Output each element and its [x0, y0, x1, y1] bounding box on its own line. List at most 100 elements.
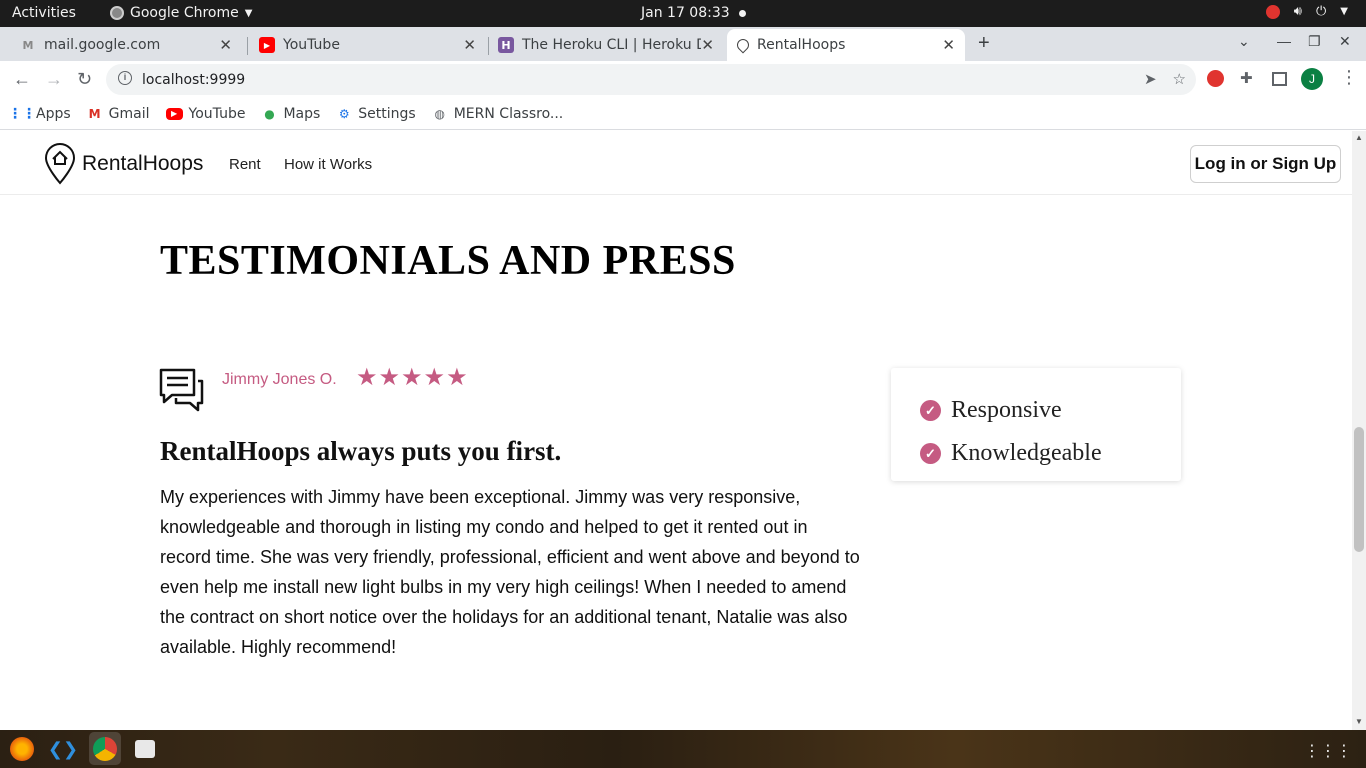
app-menu[interactable]: Google Chrome ▼	[110, 5, 252, 21]
kebab-menu-icon[interactable]: ⋮	[1340, 67, 1358, 88]
chrome-icon	[110, 6, 124, 20]
bookmark-label: Gmail	[108, 105, 150, 122]
minimize-icon[interactable]: —	[1277, 33, 1291, 49]
scroll-up-icon[interactable]: ▲	[1355, 133, 1363, 142]
page-scrollbar[interactable]: ▲ ▼	[1352, 131, 1366, 730]
close-icon[interactable]: ✕	[463, 36, 476, 54]
accessibility-icon[interactable]	[1265, 4, 1280, 19]
gmail-icon: M	[88, 106, 101, 121]
bookmark-settings[interactable]: ⚙ Settings	[336, 105, 416, 122]
address-bar[interactable]: i localhost:9999 ➤ ☆	[106, 64, 1196, 95]
bookmark-apps[interactable]: ⋮⋮ Apps	[8, 105, 71, 122]
tab-heroku[interactable]: H The Heroku CLI | Heroku D ✕	[488, 29, 724, 61]
close-icon[interactable]: ✕	[942, 36, 955, 54]
quality-label: Responsive	[951, 397, 1062, 423]
section-title: TESTIMONIALS AND PRESS	[160, 238, 736, 284]
system-tray[interactable]: 🔊︎ ⏻ ▼	[1265, 4, 1348, 19]
tab-separator	[247, 37, 248, 55]
heroku-icon: H	[498, 37, 514, 53]
brand-name: RentalHoops	[82, 152, 204, 175]
send-icon[interactable]: ➤	[1144, 70, 1157, 88]
rentalhoops-icon	[734, 36, 752, 54]
scrollbar-thumb[interactable]	[1354, 427, 1364, 552]
youtube-icon: ▶	[165, 107, 183, 120]
bookmark-star-icon[interactable]: ☆	[1173, 70, 1186, 88]
vscode-icon[interactable]: ❮❯	[48, 737, 78, 761]
notification-dot-icon	[739, 10, 746, 17]
puzzle-icon[interactable]: ✚	[1240, 69, 1253, 87]
check-circle-icon: ✓	[920, 443, 941, 464]
star-icon: ★	[378, 364, 401, 391]
chevron-down-icon: ▼	[244, 7, 253, 19]
star-icon: ★	[423, 364, 446, 391]
activities-button[interactable]: Activities	[12, 5, 76, 21]
forward-icon[interactable]: →	[45, 69, 63, 90]
bookmark-youtube[interactable]: ▶ YouTube	[165, 105, 246, 122]
app-menu-label: Google Chrome	[130, 5, 239, 21]
star-rating: ★ ★ ★ ★ ★	[356, 363, 468, 393]
scroll-down-icon[interactable]: ▼	[1355, 717, 1363, 726]
chrome-icon[interactable]	[93, 737, 117, 761]
brand-logo[interactable]: RentalHoops	[44, 143, 203, 185]
testimonial-headline: RentalHoops always puts you first.	[160, 436, 562, 466]
reload-icon[interactable]: ↻	[77, 69, 92, 90]
qualities-card: ✓ Responsive ✓ Knowledgeable	[891, 368, 1181, 481]
quality-item: ✓ Knowledgeable	[920, 440, 1102, 467]
bookmark-mern[interactable]: ◍ MERN Classro...	[432, 105, 564, 122]
tab-label: RentalHoops	[757, 37, 846, 53]
star-icon: ★	[446, 364, 468, 391]
bookmark-label: MERN Classro...	[453, 105, 564, 122]
files-icon[interactable]	[135, 740, 155, 758]
nav-link-rent[interactable]: Rent	[229, 156, 261, 173]
close-window-icon[interactable]: ✕	[1339, 33, 1351, 50]
quality-item: ✓ Responsive	[920, 397, 1062, 424]
bookmarks-bar: ⋮⋮ Apps M Gmail ▶ YouTube ● Maps ⚙ Setti…	[0, 98, 1366, 130]
gear-icon: ⚙	[338, 106, 350, 121]
extension-icon[interactable]	[1207, 70, 1224, 87]
dock: ❮❯ ⋮⋮⋮	[0, 730, 1366, 768]
globe-icon: ◍	[434, 106, 445, 121]
side-panel-icon[interactable]	[1272, 72, 1287, 86]
restore-icon[interactable]: ❐	[1308, 33, 1321, 50]
apps-grid-icon: ⋮⋮	[8, 105, 36, 122]
tab-label: The Heroku CLI | Heroku D	[522, 37, 707, 53]
power-icon[interactable]: ⏻	[1316, 4, 1326, 19]
tab-gmail[interactable]: M mail.google.com ✕	[10, 29, 242, 61]
volume-icon[interactable]: 🔊︎	[1294, 4, 1302, 19]
new-tab-button[interactable]: +	[978, 32, 990, 55]
url-text[interactable]: localhost:9999	[142, 72, 245, 88]
quality-label: Knowledgeable	[951, 440, 1102, 466]
site-info-icon[interactable]: i	[118, 71, 132, 85]
bookmark-label: Maps	[283, 105, 321, 122]
bookmark-label: Settings	[358, 105, 416, 122]
firefox-icon[interactable]	[10, 737, 34, 761]
chat-bubbles-icon	[159, 368, 204, 412]
testimonial-author: Jimmy Jones O.	[222, 371, 337, 388]
bookmark-label: Apps	[36, 105, 71, 122]
tab-strip: M mail.google.com ✕ ▶ YouTube ✕ H The He…	[0, 27, 1366, 61]
web-page: RentalHoops Rent How it Works Log in or …	[0, 131, 1352, 730]
nav-link-how-it-works[interactable]: How it Works	[284, 156, 372, 173]
profile-avatar[interactable]: J	[1301, 68, 1323, 90]
bookmark-gmail[interactable]: M Gmail	[87, 106, 150, 122]
login-signup-button[interactable]: Log in or Sign Up	[1190, 145, 1341, 183]
bookmark-maps[interactable]: ● Maps	[261, 106, 320, 122]
tab-youtube[interactable]: ▶ YouTube ✕	[249, 29, 486, 61]
browser-toolbar: ← → ↻ i localhost:9999 ➤ ☆ ✚ J ⋮	[0, 61, 1366, 98]
home-pin-icon	[44, 143, 76, 185]
omnibox-actions: ➤ ☆	[1144, 70, 1186, 88]
show-apps-icon[interactable]: ⋮⋮⋮	[1304, 741, 1352, 761]
testimonial-body: My experiences with Jimmy have been exce…	[160, 487, 860, 657]
tab-label: YouTube	[283, 37, 340, 53]
clock[interactable]: Jan 17 08:33	[641, 5, 730, 21]
tab-rentalhoops[interactable]: RentalHoops ✕	[727, 29, 965, 61]
bookmark-label: YouTube	[188, 105, 246, 122]
tab-label: mail.google.com	[44, 37, 161, 53]
back-icon[interactable]: ←	[13, 69, 31, 90]
tab-search-icon[interactable]: ⌄	[1238, 33, 1250, 50]
chevron-down-icon[interactable]: ▼	[1340, 6, 1348, 17]
maps-pin-icon: ●	[264, 106, 275, 121]
close-icon[interactable]: ✕	[701, 36, 714, 54]
close-icon[interactable]: ✕	[219, 36, 232, 54]
star-icon: ★	[356, 364, 378, 391]
